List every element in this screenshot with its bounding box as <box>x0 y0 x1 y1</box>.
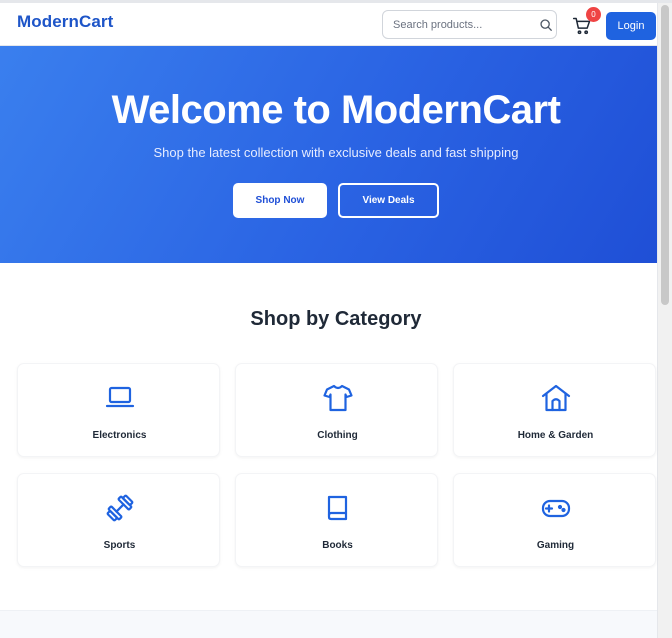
category-label: Sports <box>103 540 136 551</box>
category-card-sports[interactable]: Sports <box>17 473 220 567</box>
logo[interactable]: ModernCart <box>17 12 113 32</box>
laptop-icon <box>105 386 135 408</box>
view-deals-button[interactable]: View Deals <box>338 183 439 218</box>
search-input[interactable] <box>393 17 533 33</box>
category-card-books[interactable]: Books <box>235 473 438 567</box>
house-icon <box>541 384 571 412</box>
category-label: Clothing <box>317 430 358 441</box>
navbar: ModernCart 0 Login <box>0 3 657 46</box>
gamepad-icon <box>541 499 571 518</box>
category-label: Books <box>322 540 353 551</box>
hero-banner: Welcome to ModernCart Shop the latest co… <box>0 46 657 263</box>
book-icon <box>327 495 348 521</box>
category-card-home-garden[interactable]: Home & Garden <box>453 363 656 457</box>
footer-band <box>0 610 657 638</box>
category-label: Home & Garden <box>517 430 594 441</box>
category-card-gaming[interactable]: Gaming <box>453 473 656 567</box>
category-label: Gaming <box>536 540 575 551</box>
dumbbell-icon <box>106 494 134 522</box>
search-box[interactable] <box>382 10 557 39</box>
category-card-electronics[interactable]: Electronics <box>17 363 220 457</box>
hero-subtitle: Shop the latest collection with exclusiv… <box>153 145 519 160</box>
shirt-icon <box>323 384 353 412</box>
category-card-clothing[interactable]: Clothing <box>235 363 438 457</box>
hero-title: Welcome to ModernCart <box>111 88 561 132</box>
login-button[interactable]: Login <box>606 12 656 40</box>
search-icon[interactable] <box>539 18 553 32</box>
category-section-title: Shop by Category <box>250 308 422 330</box>
shop-now-button[interactable]: Shop Now <box>233 183 327 218</box>
cart-count-badge: 0 <box>586 7 601 22</box>
category-label: Electronics <box>92 430 147 441</box>
